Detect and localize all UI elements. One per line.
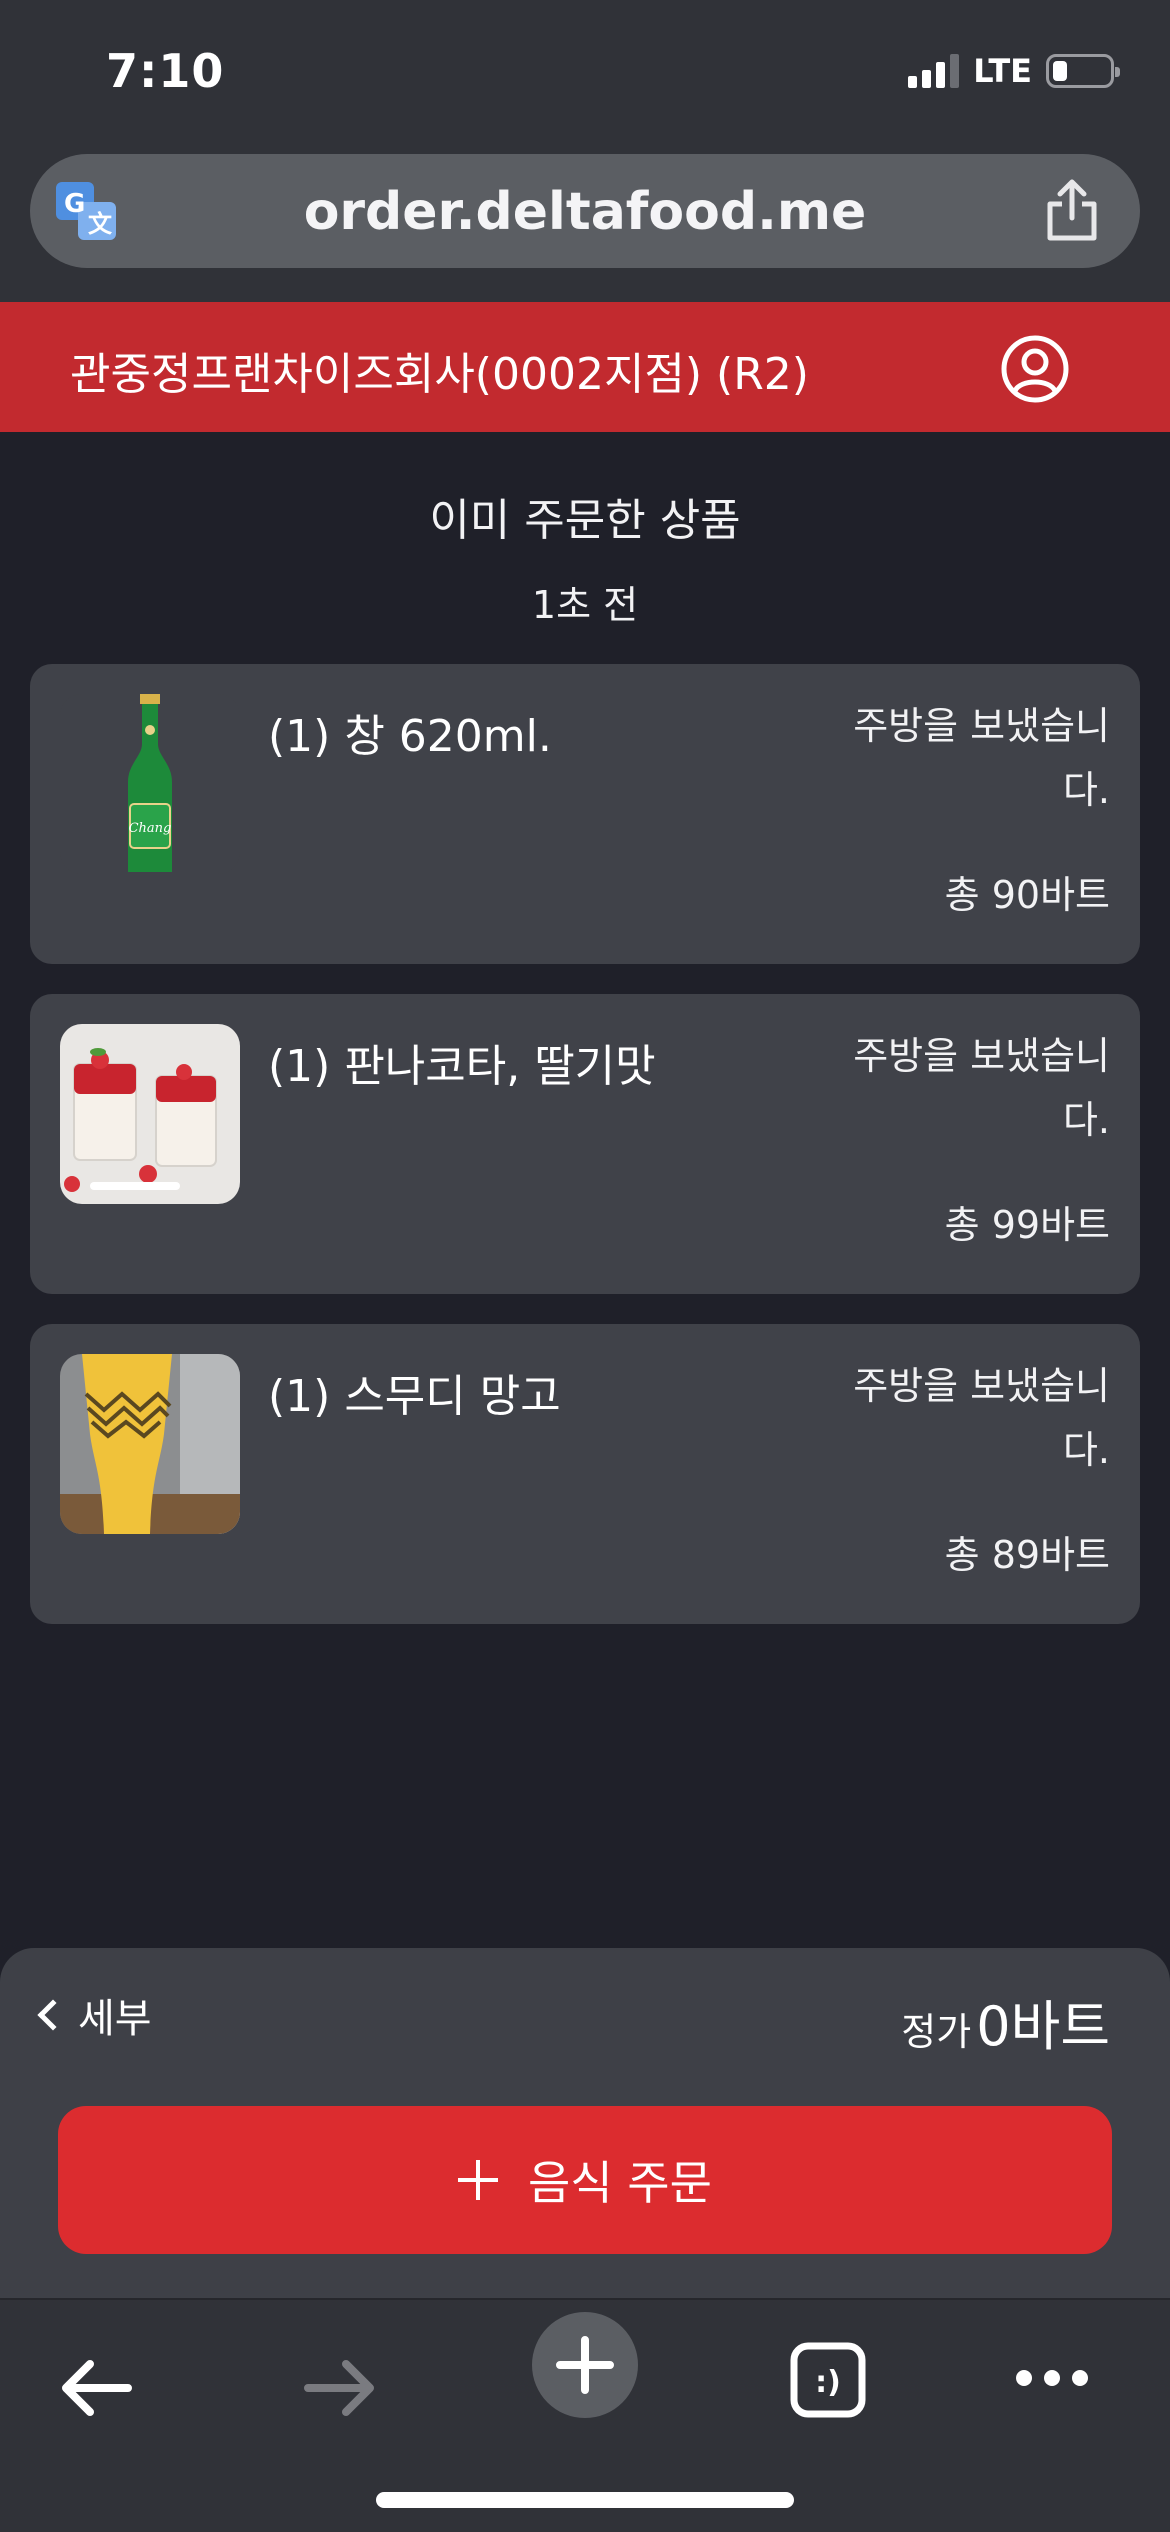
back-arrow-icon[interactable] [58, 2356, 134, 2420]
order-card: (1) 판나코타, 딸기맛 주방을 보냈습니 다. 총 99바트 [30, 994, 1140, 1294]
mango-smoothie-image [60, 1354, 240, 1534]
item-status-line: 다. [1062, 768, 1110, 812]
more-options-icon[interactable] [1014, 2366, 1090, 2390]
item-status: 주방을 보냈습니 다. [810, 694, 1110, 822]
order-time-ago: 1초 전 [531, 583, 639, 627]
order-card: (1) 스무디 망고 주방을 보냈습니 다. 총 89바트 [30, 1324, 1140, 1624]
item-total: 총 89바트 [944, 1533, 1110, 1577]
new-tab-plus-icon[interactable] [530, 2310, 640, 2420]
item-status-line: 주방을 보냈습니 [853, 704, 1110, 748]
order-list: Chang (1) 창 620ml. 주방을 보냈습니 다. 총 90바트 (1… [30, 664, 1140, 1654]
price-value: 0바트 [976, 1995, 1110, 2058]
profile-icon[interactable] [1000, 334, 1070, 404]
item-status-line: 주방을 보냈습니 [853, 1364, 1110, 1408]
store-name: 관중정프랜차이즈회사(0002지점) (R2) [70, 349, 809, 400]
details-button[interactable]: 세부 [37, 1986, 152, 2044]
details-label: 세부 [78, 1996, 152, 2042]
url-bar[interactable]: G 文 order.deltafood.me [30, 154, 1140, 268]
share-icon[interactable] [1044, 178, 1100, 242]
item-status-line: 다. [1062, 1428, 1110, 1472]
browser-chrome: 7:10 LTE G 文 order.deltafood.me [0, 0, 1170, 302]
item-status: 주방을 보냈습니 다. [810, 1354, 1110, 1482]
item-name: (1) 스무디 망고 [268, 1371, 561, 1422]
order-food-label: 음식 주문 [528, 2156, 712, 2210]
url-text[interactable]: order.deltafood.me [30, 182, 1140, 242]
item-status-line: 주방을 보냈습니 [853, 1034, 1110, 1078]
order-card: Chang (1) 창 620ml. 주방을 보냈습니 다. 총 90바트 [30, 664, 1140, 964]
tabs-icon[interactable]: :) [790, 2342, 866, 2418]
home-indicator [376, 2492, 794, 2508]
item-status-line: 다. [1062, 1098, 1110, 1142]
status-time: 7:10 [106, 44, 225, 98]
forward-arrow-icon[interactable] [302, 2356, 378, 2420]
svg-text:Chang: Chang [129, 821, 172, 836]
item-name: (1) 판나코타, 딸기맛 [268, 1041, 656, 1092]
item-name: (1) 창 620ml. [268, 711, 552, 762]
chang-beer-bottle-image: Chang [60, 694, 240, 874]
signal-icon [908, 54, 960, 88]
item-status: 주방을 보냈습니 다. [810, 1024, 1110, 1152]
network-type: LTE [973, 52, 1032, 90]
bottom-sheet: 세부 정가 0바트 음식 주문 [0, 1948, 1170, 2298]
status-indicators: LTE [908, 52, 1120, 90]
price-summary: 정가 0바트 [901, 1982, 1110, 2061]
svg-text::): :) [815, 2365, 841, 2400]
section-title: 이미 주문한 상품 [429, 495, 741, 546]
item-total: 총 99바트 [944, 1203, 1110, 1247]
plus-icon [458, 2160, 499, 2200]
chevron-left-icon [37, 1999, 69, 2031]
battery-icon [1046, 54, 1120, 88]
price-label: 정가 [901, 2010, 972, 2054]
store-header: 관중정프랜차이즈회사(0002지점) (R2) [0, 302, 1170, 432]
strawberry-panna-cotta-image [60, 1024, 240, 1204]
item-total: 총 90바트 [944, 873, 1110, 917]
order-food-button[interactable]: 음식 주문 [58, 2106, 1112, 2254]
